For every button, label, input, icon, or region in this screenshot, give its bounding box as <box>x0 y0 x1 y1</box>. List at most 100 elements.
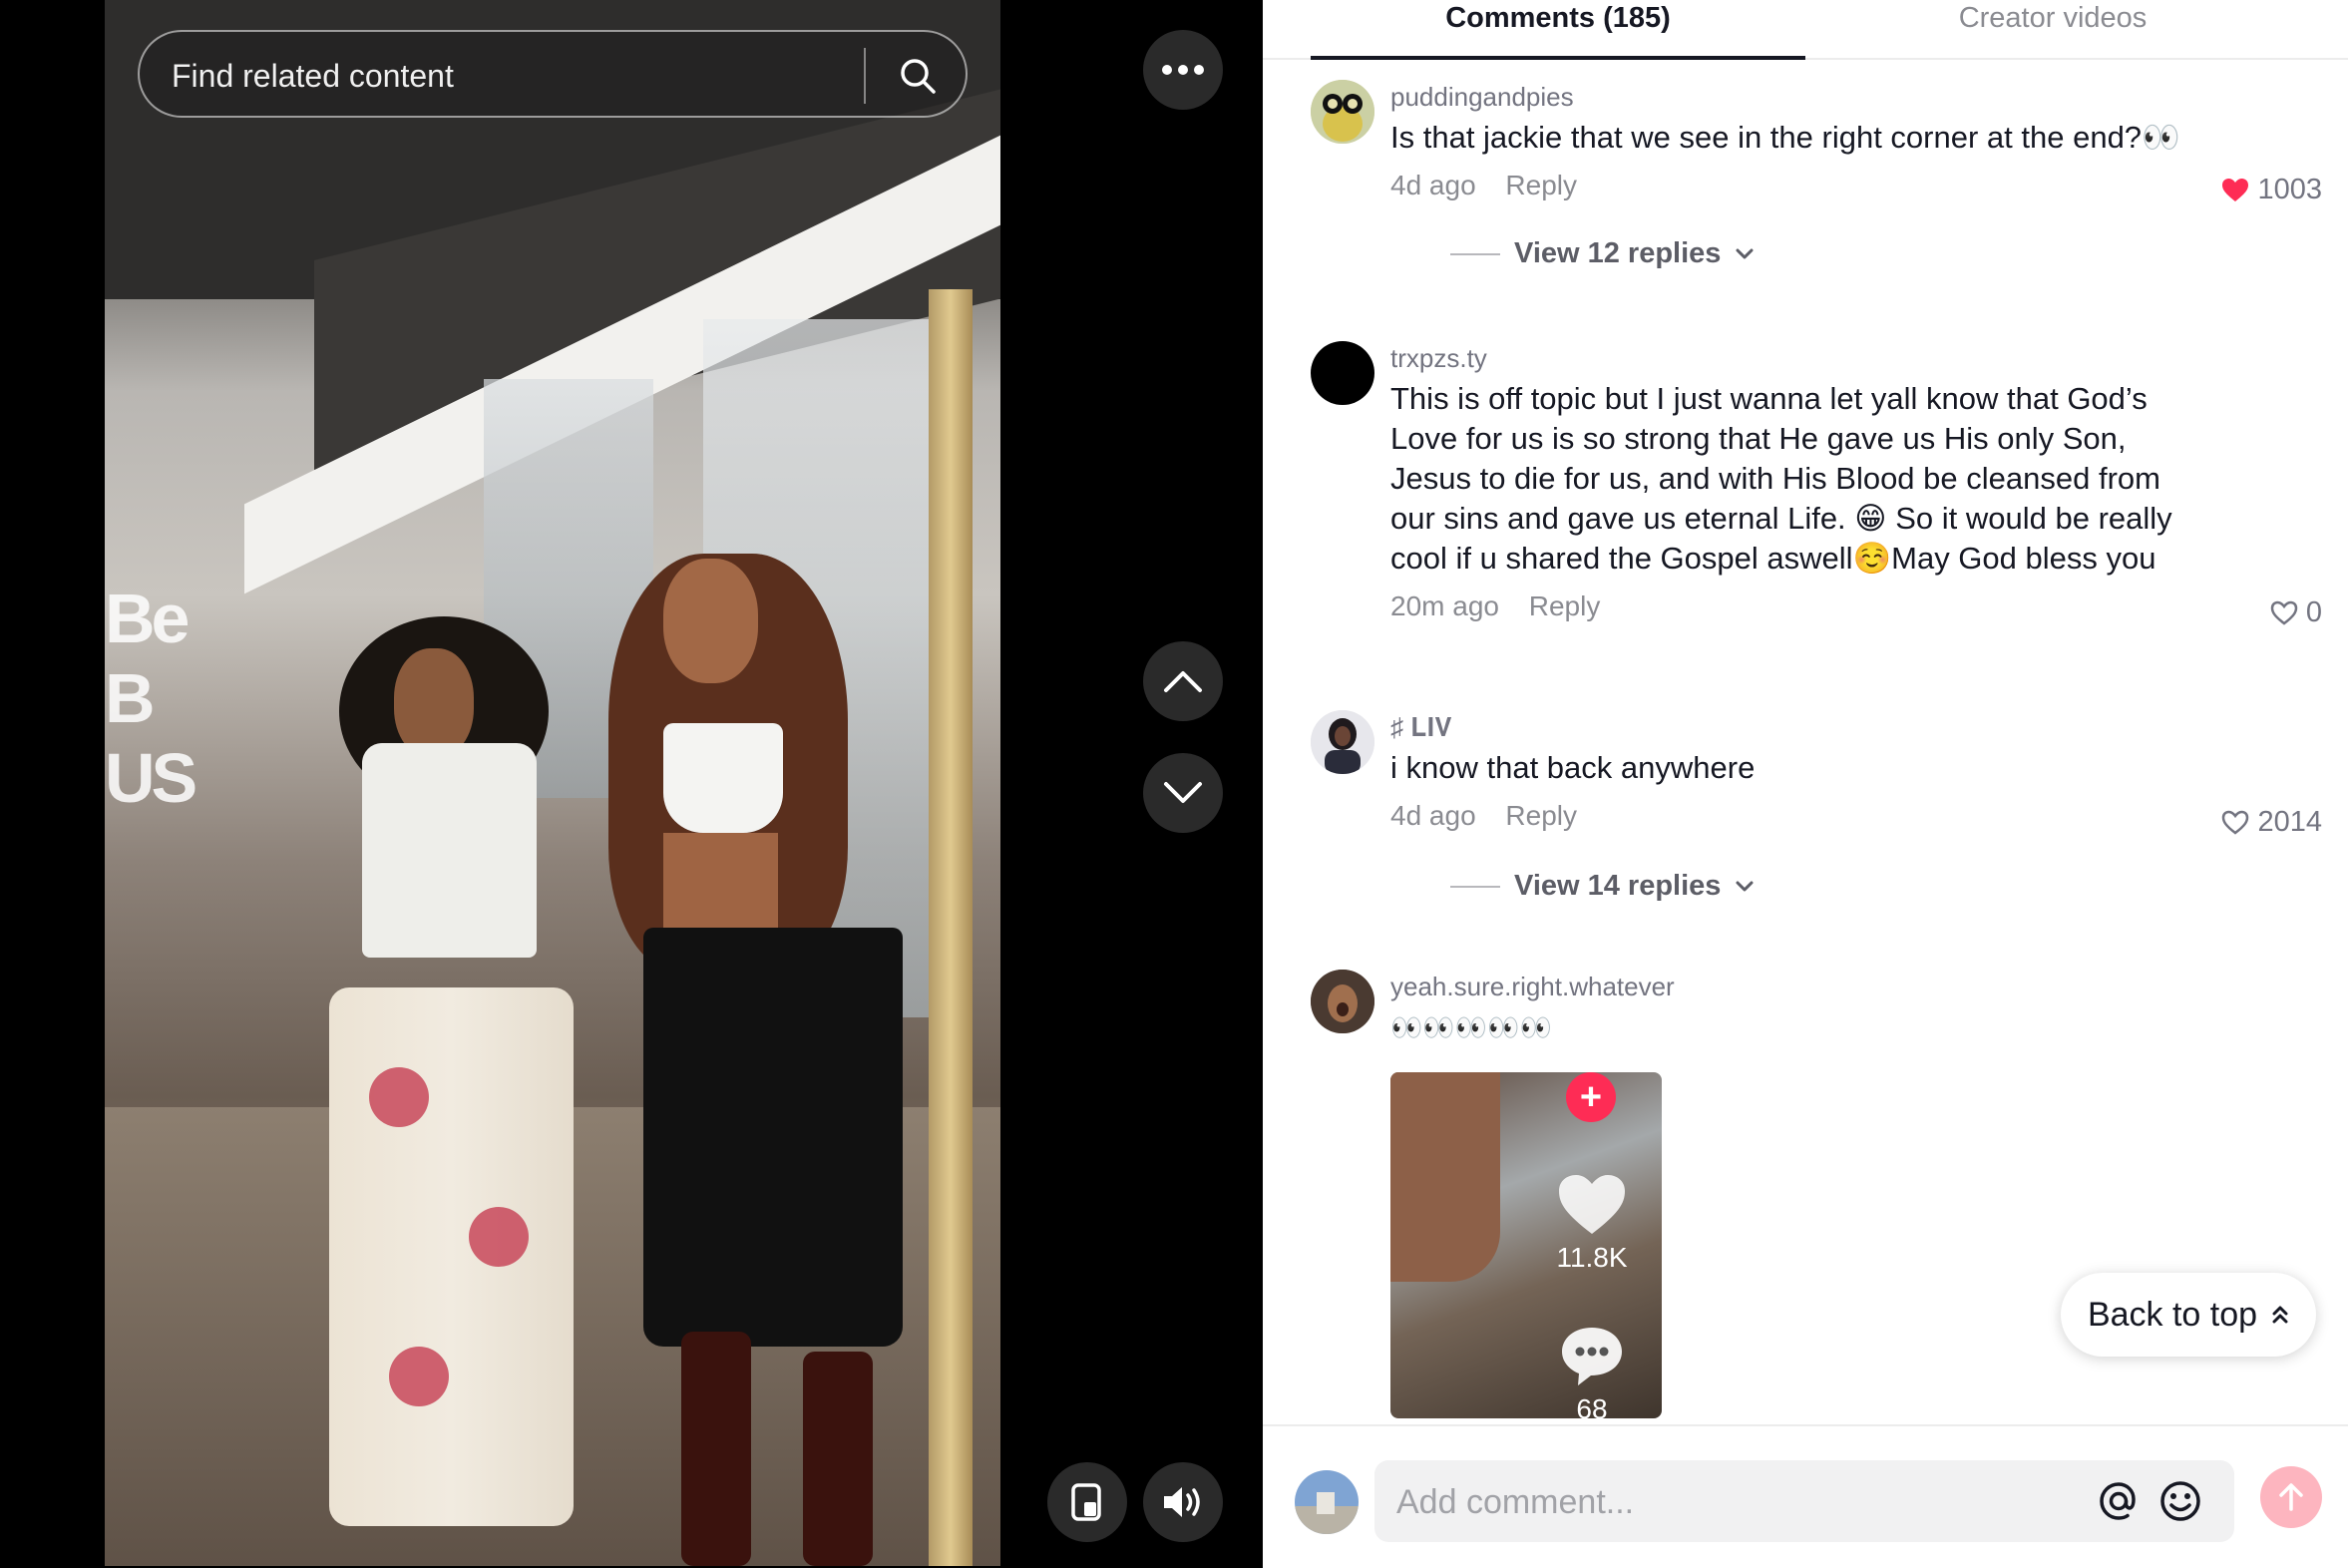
volume-icon <box>1164 1487 1200 1517</box>
avatar[interactable] <box>1311 970 1374 1033</box>
comment-time: 20m ago <box>1390 590 1499 621</box>
person-left-top <box>362 743 537 958</box>
emoji-icon[interactable] <box>2158 1479 2202 1523</box>
chevron-down-icon <box>1736 881 1754 891</box>
person-right-face <box>663 559 758 683</box>
next-video-button[interactable] <box>1143 753 1223 833</box>
reply-button[interactable]: Reply <box>1505 170 1577 200</box>
arrow-up-icon <box>2279 1483 2303 1511</box>
person-right-boot <box>803 1352 873 1566</box>
previous-video-button[interactable] <box>1143 641 1223 721</box>
reply-button[interactable]: Reply <box>1529 590 1601 621</box>
avatar[interactable] <box>1311 341 1374 405</box>
tab-comments[interactable]: Comments (185) <box>1311 0 1805 60</box>
sticker-heart-icon <box>1559 1175 1625 1234</box>
related-search-bar <box>138 30 972 118</box>
video-frame[interactable]: Be B US <box>105 0 1000 1566</box>
person-right-top <box>663 723 783 833</box>
avatar-image <box>1311 970 1374 1033</box>
replies-line <box>1450 885 1500 888</box>
chevron-down-icon <box>1736 248 1754 258</box>
comment-text: 👀👀👀👀👀 <box>1390 1012 1552 1042</box>
search-icon <box>901 59 936 94</box>
back-to-top-label: Back to top <box>2087 1295 2258 1334</box>
mention-icon[interactable] <box>2097 1479 2141 1523</box>
chevron-up-icon <box>1164 671 1202 692</box>
comment-body: trxpzs.ty This is off topic but I just w… <box>1390 341 2188 624</box>
comment-username[interactable]: yeah.sure.right.whatever <box>1390 970 2188 1003</box>
comment-text: i know that back anywhere <box>1390 750 1756 785</box>
like-button[interactable]: 1003 <box>2221 174 2322 206</box>
pants-flower <box>369 1067 429 1127</box>
view-replies-label: View 12 replies <box>1514 237 1722 269</box>
floating-player-icon <box>1071 1483 1101 1521</box>
comment-body: yeah.sure.right.whatever 👀👀👀👀👀 <box>1390 970 2188 1047</box>
comment-meta: 20m ago Reply <box>1390 588 2188 624</box>
comment-meta: 4d ago Reply <box>1390 168 2188 203</box>
related-search-input[interactable] <box>170 50 972 102</box>
person-right-skirt <box>643 928 903 1347</box>
heart-filled-icon <box>2222 178 2249 201</box>
avatar-image <box>1311 80 1374 144</box>
view-replies-label: View 14 replies <box>1514 870 1722 902</box>
tab-creator-videos[interactable]: Creator videos <box>1805 0 2300 56</box>
person-left-face <box>394 648 474 758</box>
comment-body: puddingandpies Is that jackie that we se… <box>1390 80 2188 203</box>
comment-video-sticker[interactable]: + 11.8K 68 <box>1390 1072 1662 1418</box>
video-player: Be B US <box>0 0 1263 1566</box>
avatar[interactable] <box>1311 710 1374 774</box>
post-comment-button[interactable] <box>2260 1466 2322 1528</box>
comment-item: yeah.sure.right.whatever 👀👀👀👀👀 <box>1311 970 2348 1079</box>
comment-item: ♯ 𝐋𝐈𝐕 i know that back anywhere 4d ago R… <box>1311 710 2348 910</box>
comment-text: Is that jackie that we see in the right … <box>1390 120 2180 155</box>
person-left-pants <box>329 987 574 1526</box>
like-count: 2014 <box>2257 806 2322 838</box>
replies-line <box>1450 252 1500 255</box>
search-divider <box>864 48 866 104</box>
pants-flower <box>389 1347 449 1406</box>
heart-outline-icon <box>2222 810 2249 835</box>
chevron-down-icon <box>1164 782 1202 803</box>
volume-button[interactable] <box>1143 1462 1223 1542</box>
more-icon <box>1162 65 1204 75</box>
floating-player-button[interactable] <box>1047 1462 1127 1542</box>
comment-meta: 4d ago Reply <box>1390 798 2188 834</box>
comment-item: puddingandpies Is that jackie that we se… <box>1311 80 2348 279</box>
follow-plus-icon: + <box>1566 1072 1616 1122</box>
sticker-comment-count: 68 <box>1576 1393 1608 1418</box>
avatar-image <box>1311 710 1374 774</box>
comment-input[interactable] <box>1394 1474 2097 1530</box>
heart-outline-icon <box>2270 600 2298 625</box>
like-count: 0 <box>2305 596 2322 628</box>
like-button[interactable]: 0 <box>2270 596 2322 629</box>
more-options-button[interactable] <box>1143 30 1223 110</box>
reply-button[interactable]: Reply <box>1505 800 1577 831</box>
video-mirror-frame <box>929 289 973 1566</box>
sticker-comment-icon <box>1562 1328 1622 1385</box>
person-right-boot <box>681 1332 751 1566</box>
like-button[interactable]: 2014 <box>2221 806 2322 839</box>
double-chevron-up-icon <box>2272 1306 2288 1324</box>
comment-username[interactable]: ♯ 𝐋𝐈𝐕 <box>1390 710 2188 744</box>
like-count: 1003 <box>2257 174 2322 205</box>
back-to-top-button[interactable]: Back to top <box>2061 1273 2316 1357</box>
comment-input-container <box>1374 1460 2234 1542</box>
comment-username[interactable]: trxpzs.ty <box>1390 341 2188 375</box>
comment-item: trxpzs.ty This is off topic but I just w… <box>1311 341 2348 640</box>
comment-body: ♯ 𝐋𝐈𝐕 i know that back anywhere 4d ago R… <box>1390 710 2188 834</box>
comment-text: This is off topic but I just wanna let y… <box>1390 381 2172 576</box>
comment-username[interactable]: puddingandpies <box>1390 80 2188 114</box>
sticker-like-count: 11.8K <box>1556 1242 1628 1273</box>
view-replies-button[interactable]: View 12 replies <box>1450 237 1755 270</box>
video-wall-sign: Be B US <box>105 580 197 817</box>
current-user-avatar[interactable] <box>1295 1470 1359 1534</box>
view-replies-button[interactable]: View 14 replies <box>1450 870 1755 903</box>
comment-time: 4d ago <box>1390 800 1476 831</box>
sticker-arm <box>1390 1072 1500 1282</box>
search-button[interactable] <box>888 46 948 106</box>
panel-tabs: Comments (185) Creator videos <box>1263 0 2348 60</box>
avatar[interactable] <box>1311 80 1374 144</box>
comment-time: 4d ago <box>1390 170 1476 200</box>
comment-compose-bar <box>1263 1424 2348 1568</box>
avatar-image <box>1295 1470 1359 1534</box>
